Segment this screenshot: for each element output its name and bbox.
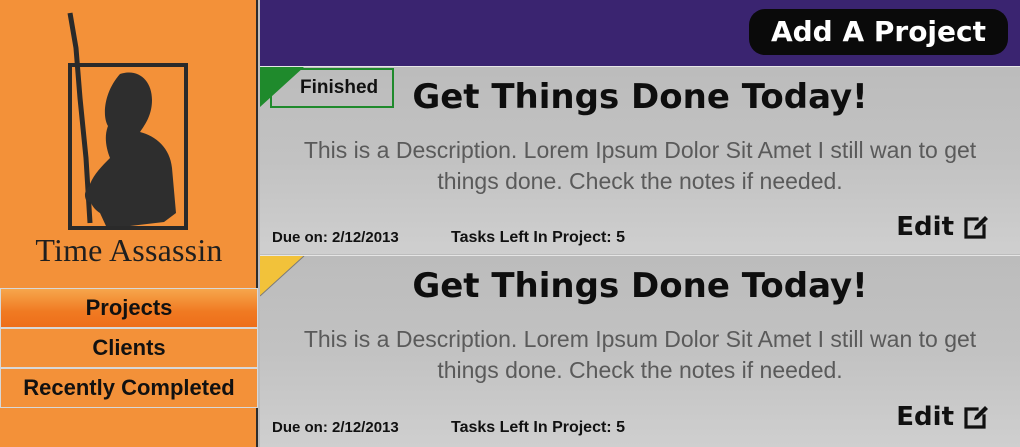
edit-icon (964, 216, 988, 239)
project-title: Get Things Done Today! (412, 266, 868, 306)
tasks-left: Tasks Left In Project: 5 (451, 419, 625, 436)
sidebar-item-projects[interactable]: Projects (0, 288, 258, 328)
edit-icon (964, 406, 988, 429)
project-description: This is a Description. Lorem Ipsum Dolor… (303, 326, 977, 383)
sidebar-nav: Projects Clients Recently Completed (0, 288, 258, 408)
edit-label: Edit (896, 212, 954, 242)
assassin-silhouette-icon (67, 12, 188, 230)
logo[interactable]: Time Assassin (0, 0, 258, 280)
due-date: Due on: 2/12/2013 (272, 229, 399, 246)
tasks-left: Tasks Left In Project: 5 (451, 229, 625, 246)
project-card: Get Things Done Today! This is a Descrip… (260, 255, 1020, 447)
edit-button[interactable]: Edit (896, 212, 990, 242)
project-title: Get Things Done Today! (412, 77, 868, 117)
sidebar: Time Assassin Projects Clients Recently … (0, 0, 258, 447)
add-project-button[interactable]: Add A Project (748, 9, 1008, 55)
brand-name: Time Assassin (35, 232, 223, 268)
sidebar-item-recently-completed[interactable]: Recently Completed (0, 368, 258, 408)
project-card: Finished Get Things Done Today! This is … (260, 66, 1020, 254)
sidebar-item-clients[interactable]: Clients (0, 328, 258, 368)
due-date: Due on: 2/12/2013 (272, 419, 399, 436)
edit-label: Edit (896, 402, 954, 432)
project-description: This is a Description. Lorem Ipsum Dolor… (303, 137, 977, 194)
edit-button[interactable]: Edit (896, 402, 990, 432)
top-bar: Add A Project (260, 0, 1020, 66)
